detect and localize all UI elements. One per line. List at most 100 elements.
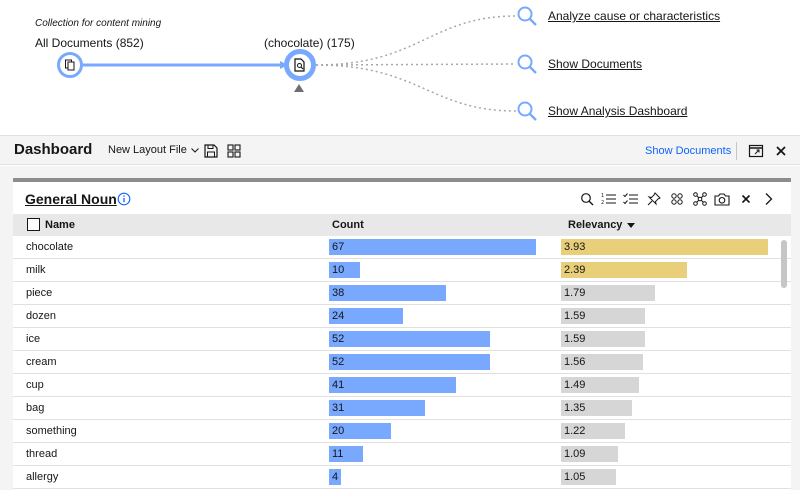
grid-layout-icon[interactable] bbox=[226, 143, 242, 159]
svg-text:2: 2 bbox=[601, 200, 604, 206]
relevancy-value: 1.56 bbox=[564, 356, 586, 368]
count-value: 20 bbox=[332, 425, 345, 437]
group-icon bbox=[671, 193, 683, 205]
count-bar: 31 bbox=[329, 400, 425, 416]
action-show-documents[interactable]: Show Documents bbox=[516, 53, 642, 75]
column-name-header[interactable]: Name bbox=[45, 219, 75, 231]
search-icon bbox=[581, 193, 594, 206]
table-row[interactable]: something 20 1.22 bbox=[13, 420, 791, 443]
svg-text:1: 1 bbox=[601, 193, 604, 199]
table-row[interactable]: milk 10 2.39 bbox=[13, 259, 791, 282]
relevancy-bar: 1.09 bbox=[561, 446, 619, 462]
table-row[interactable]: allergy 4 1.05 bbox=[13, 466, 791, 489]
table-row[interactable]: cream 52 1.56 bbox=[13, 351, 791, 374]
action-show-analysis-dashboard-label[interactable]: Show Analysis Dashboard bbox=[548, 104, 687, 118]
action-analyze-cause[interactable]: Analyze cause or characteristics bbox=[516, 5, 720, 27]
camera-icon bbox=[714, 193, 730, 206]
maximize-icon[interactable] bbox=[748, 143, 764, 159]
relevancy-value: 1.35 bbox=[564, 402, 586, 414]
relevancy-bar: 1.05 bbox=[561, 469, 617, 485]
show-documents-link[interactable]: Show Documents bbox=[645, 145, 731, 157]
close-icon bbox=[741, 194, 751, 204]
column-relevancy-label: Relevancy bbox=[568, 219, 623, 231]
count-bar: 52 bbox=[329, 354, 490, 370]
document-search-icon bbox=[294, 58, 305, 72]
table-row[interactable]: piece 38 1.79 bbox=[13, 282, 791, 305]
pin-tool[interactable] bbox=[646, 191, 662, 207]
start-node-label: All Documents (852) bbox=[35, 36, 144, 50]
row-name: ice bbox=[26, 333, 41, 345]
close-icon[interactable] bbox=[773, 143, 789, 159]
info-icon[interactable] bbox=[117, 192, 131, 206]
count-value: 41 bbox=[332, 379, 345, 391]
table-row[interactable]: cup 41 1.49 bbox=[13, 374, 791, 397]
relevancy-value: 1.09 bbox=[564, 448, 586, 460]
count-value: 4 bbox=[332, 471, 339, 483]
relevancy-value: 1.05 bbox=[564, 471, 586, 483]
numbered-list-tool[interactable]: 1 2 bbox=[601, 191, 617, 207]
dashboard-header: Dashboard New Layout File Show Documents bbox=[0, 135, 800, 165]
relevancy-value: 3.93 bbox=[564, 241, 586, 253]
start-node[interactable] bbox=[57, 52, 83, 78]
row-name: allergy bbox=[26, 471, 59, 483]
row-name: cup bbox=[26, 379, 44, 391]
table-row[interactable]: chocolate 67 3.93 bbox=[13, 236, 791, 259]
panel-close-tool[interactable] bbox=[738, 191, 754, 207]
count-bar: 67 bbox=[329, 239, 536, 255]
table-row[interactable]: bag 31 1.35 bbox=[13, 397, 791, 420]
search-icon bbox=[517, 54, 537, 74]
network-tool[interactable] bbox=[692, 191, 708, 207]
table-header: Name Count Relevancy bbox=[13, 214, 791, 236]
relevancy-bar: 1.49 bbox=[561, 377, 640, 393]
current-node-label: (chocolate) (175) bbox=[264, 36, 355, 50]
dashboard-title: Dashboard bbox=[14, 141, 93, 158]
column-relevancy-header[interactable]: Relevancy bbox=[568, 219, 636, 231]
count-bar: 10 bbox=[329, 262, 360, 278]
chevron-right-icon bbox=[765, 193, 773, 205]
snapshot-tool[interactable] bbox=[714, 191, 730, 207]
select-all-checkbox[interactable] bbox=[27, 218, 40, 231]
relevancy-bar: 1.56 bbox=[561, 354, 644, 370]
relevancy-value: 1.59 bbox=[564, 310, 586, 322]
column-count-header[interactable]: Count bbox=[332, 219, 364, 231]
action-analyze-cause-label[interactable]: Analyze cause or characteristics bbox=[548, 9, 720, 23]
table-row[interactable]: dozen 24 1.59 bbox=[13, 305, 791, 328]
action-show-documents-label[interactable]: Show Documents bbox=[548, 57, 642, 71]
count-value: 10 bbox=[332, 264, 345, 276]
row-name: bag bbox=[26, 402, 45, 414]
relevancy-value: 1.79 bbox=[564, 287, 586, 299]
relevancy-bar: 1.22 bbox=[561, 423, 626, 439]
sort-descending-icon bbox=[627, 222, 636, 228]
header-divider bbox=[736, 142, 737, 160]
relevancy-bar: 1.59 bbox=[561, 331, 645, 347]
search-tool[interactable] bbox=[579, 191, 595, 207]
count-value: 67 bbox=[332, 241, 345, 253]
save-icon[interactable] bbox=[203, 143, 219, 159]
count-bar: 41 bbox=[329, 377, 456, 393]
count-value: 31 bbox=[332, 402, 345, 414]
count-value: 24 bbox=[332, 310, 345, 322]
checklist-tool[interactable] bbox=[623, 191, 639, 207]
collection-caption: Collection for content mining bbox=[35, 18, 162, 29]
relevancy-value: 2.39 bbox=[564, 264, 586, 276]
count-value: 52 bbox=[332, 356, 345, 368]
layout-file-select[interactable]: New Layout File bbox=[108, 144, 199, 156]
row-name: cream bbox=[26, 356, 57, 368]
action-show-analysis-dashboard[interactable]: Show Analysis Dashboard bbox=[516, 100, 687, 122]
count-value: 52 bbox=[332, 333, 345, 345]
table-scrollbar[interactable] bbox=[781, 240, 787, 288]
network-icon bbox=[693, 192, 707, 206]
general-noun-panel: General Noun 1 2 Name Count Relevancy ch… bbox=[13, 178, 791, 490]
table-row[interactable]: thread 11 1.09 bbox=[13, 443, 791, 466]
relevancy-value: 1.49 bbox=[564, 379, 586, 391]
table-row[interactable]: ice 52 1.59 bbox=[13, 328, 791, 351]
current-node[interactable] bbox=[284, 49, 316, 81]
relevancy-bar: 1.79 bbox=[561, 285, 656, 301]
panel-title[interactable]: General Noun bbox=[25, 191, 117, 207]
panel-next-tool[interactable] bbox=[761, 191, 777, 207]
chevron-down-icon bbox=[191, 147, 199, 153]
count-bar: 11 bbox=[329, 446, 363, 462]
group-tool[interactable] bbox=[669, 191, 685, 207]
count-value: 11 bbox=[332, 448, 344, 460]
count-bar: 20 bbox=[329, 423, 391, 439]
